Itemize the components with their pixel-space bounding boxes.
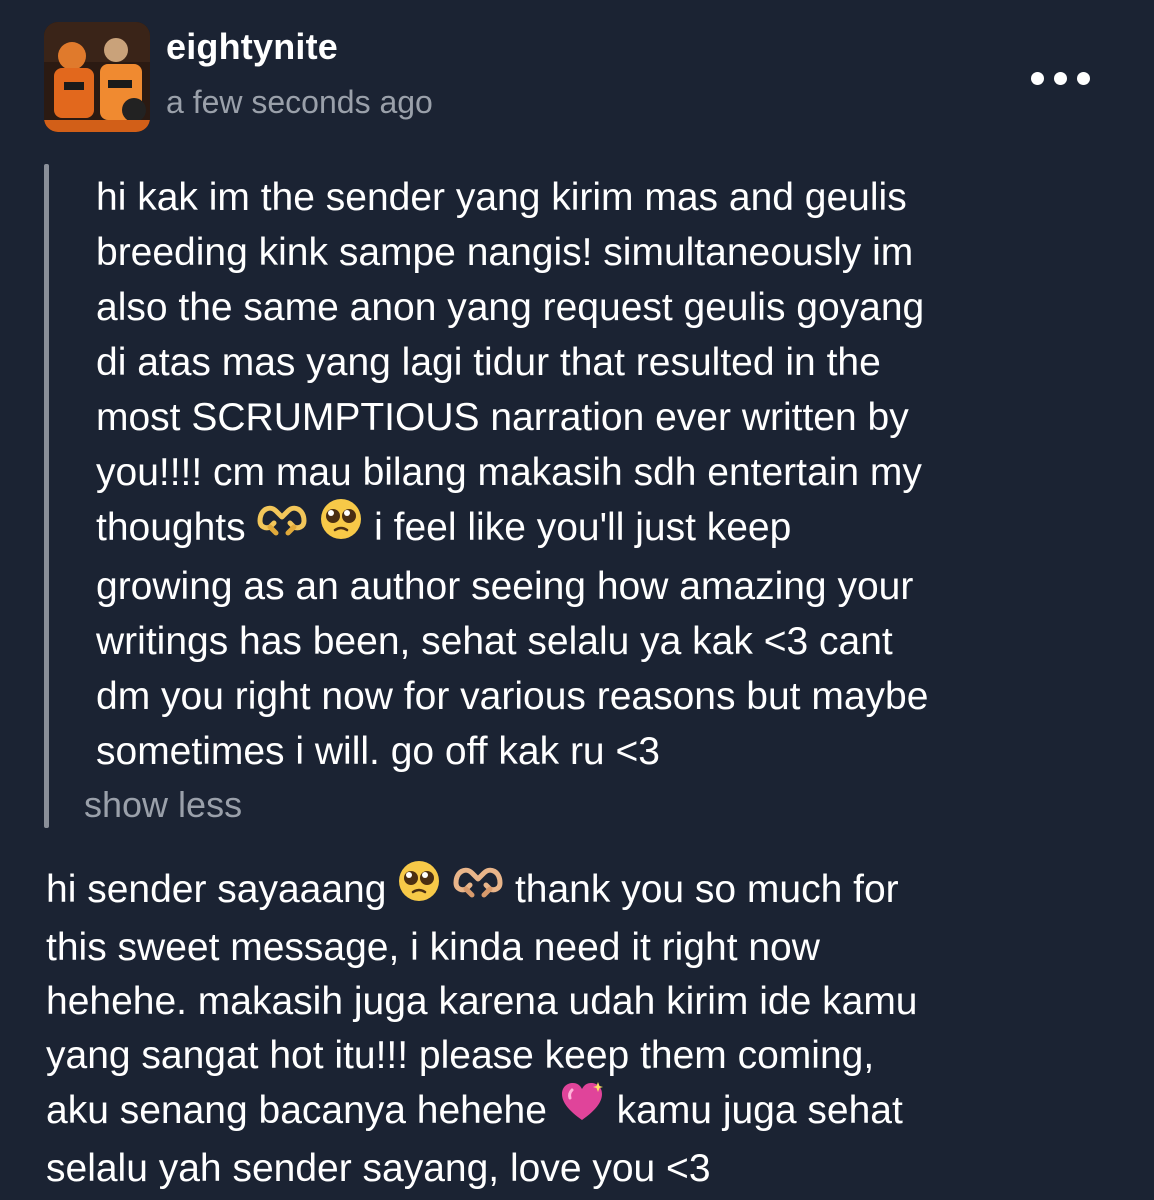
ask-line: you!!!! cm mau bilang makasih sdh entert… (96, 451, 922, 494)
ask-line: most SCRUMPTIOUS narration ever written … (96, 396, 909, 439)
heart-hands-icon (452, 861, 504, 916)
answer-line: yang sangat hot itu!!! please keep them … (46, 1034, 875, 1077)
ask-line: also the same anon yang request geulis g… (96, 286, 925, 329)
pleading-face-icon (319, 497, 363, 556)
pleading-face-icon (397, 859, 441, 918)
avatar[interactable] (44, 22, 150, 132)
more-options-button[interactable] (1010, 60, 1110, 96)
ask-quote: hi kak im the sender yang kirim mas and … (44, 164, 1114, 828)
ask-line: di atas mas yang lagi tidur that resulte… (96, 341, 881, 384)
answer-line: this sweet message, i kinda need it righ… (46, 926, 820, 969)
sparkling-heart-icon (558, 1080, 606, 1139)
ask-line: writings has been, sehat selalu ya kak <… (96, 620, 893, 664)
answer-line-text: hi sender sayaaang (46, 867, 387, 911)
answer-line-text: thank you so much for (514, 867, 899, 911)
ask-line: sometimes i will. go off kak ru <3 (96, 730, 660, 774)
timestamp: a few seconds ago (166, 84, 433, 120)
quote-bar (44, 164, 49, 828)
answer-line: selalu yah sender sayang, love you <3 (46, 1147, 711, 1190)
answer-line: hi sender sayaaang thank you so much for (46, 859, 1106, 921)
answer-line-text: aku senang bacanya hehehe (46, 1088, 547, 1132)
ask-line: growing as an author seeing how amazing … (96, 565, 914, 609)
answer-message: hi sender sayaaang thank you so much for (46, 859, 1106, 1196)
ask-line: hi kak im the sender yang kirim mas and … (96, 176, 907, 219)
heart-hands-icon (256, 499, 308, 554)
ask-line-text: thoughts (96, 506, 246, 549)
ask-line-text: i feel like you'll just keep (374, 506, 792, 549)
answer-line: aku senang bacanya hehehe kamu juga seha… (46, 1080, 1106, 1142)
more-horizontal-icon (1030, 71, 1044, 85)
answer-line: hehehe. makasih juga karena udah kirim i… (46, 980, 918, 1023)
answer-line-text: kamu juga sehat (616, 1088, 903, 1132)
post-card: eightynite a few seconds ago hi kak im t… (0, 0, 1154, 1200)
username[interactable]: eightynite (166, 26, 338, 68)
show-less-link[interactable]: show less (84, 784, 242, 826)
ask-line: breeding kink sampe nangis! simultaneous… (96, 231, 914, 274)
ask-line: dm you right now for various reasons but… (96, 675, 929, 719)
ask-message: hi kak im the sender yang kirim mas and … (96, 170, 1106, 779)
ask-line: thoughts i feel like you'll just keep (96, 497, 1106, 559)
